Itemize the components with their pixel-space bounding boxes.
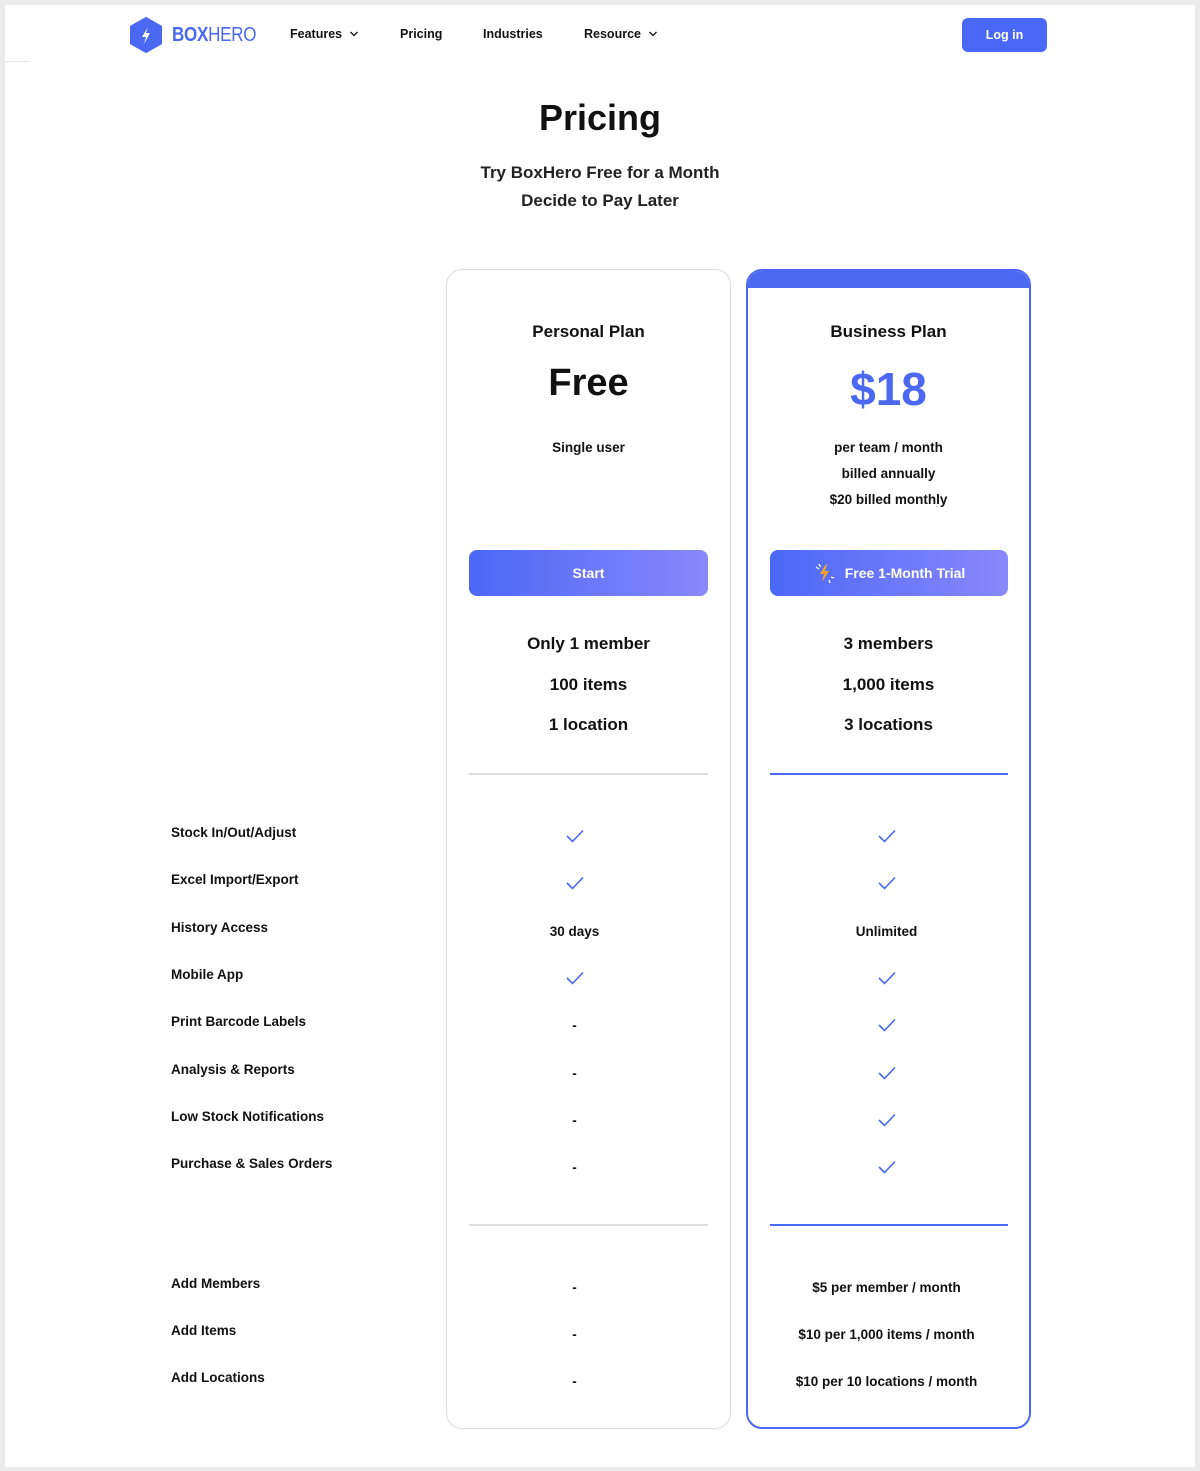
check-icon	[433, 873, 716, 893]
not-included-dash: -	[572, 1017, 577, 1033]
nav-resource-label: Resource	[584, 27, 641, 41]
plan-name: Personal Plan	[532, 322, 645, 341]
plan-limit: 1,000 items	[842, 675, 935, 694]
check-icon	[748, 1063, 1027, 1083]
addon-price: $10 per 10 locations / month	[795, 1373, 978, 1389]
section-divider	[770, 773, 1008, 775]
feature-label: Mobile App	[171, 967, 244, 982]
lightning-icon	[815, 563, 834, 584]
check-icon	[565, 829, 584, 843]
check-icon	[433, 968, 716, 988]
plan-limit: 3 locations	[844, 715, 933, 734]
nav-features-label: Features	[290, 27, 343, 41]
start-button[interactable]: Start	[469, 550, 708, 596]
brand-name-bold: BOX	[172, 23, 209, 46]
free-trial-button-label: Free 1-Month Trial	[844, 565, 966, 581]
start-button-label: Start	[572, 565, 605, 581]
not-included-dash: -	[572, 1326, 577, 1342]
check-icon	[748, 873, 1027, 893]
check-icon	[877, 1113, 896, 1127]
check-icon	[877, 876, 896, 890]
plan-card-business: Business Plan $18 per team / month bille…	[746, 269, 1031, 1429]
addon-label: Add Items	[171, 1323, 237, 1338]
brand-name: BOXHERO	[172, 24, 256, 47]
feature-value: Unlimited	[855, 923, 918, 939]
feature-label: Purchase & Sales Orders	[171, 1156, 333, 1171]
pricing-page: BOXHERO Features Pricing Industries Reso…	[5, 5, 1195, 1467]
price-note: Single user	[552, 440, 625, 455]
nav-industries[interactable]: Industries	[483, 27, 543, 41]
chevron-down-icon	[350, 31, 359, 37]
page-title: Pricing	[538, 97, 662, 138]
feature-label: History Access	[171, 920, 269, 935]
feature-label: Excel Import/Export	[171, 872, 299, 887]
not-included-dash: -	[572, 1159, 577, 1175]
check-icon	[877, 971, 896, 985]
hexagon-lightning-icon	[130, 17, 162, 53]
check-icon	[877, 1066, 896, 1080]
feature-label: Stock In/Out/Adjust	[171, 825, 297, 840]
price-note: $20 billed monthly	[829, 492, 948, 507]
section-divider	[469, 1224, 708, 1226]
nav-features[interactable]: Features	[290, 27, 359, 41]
feature-value: 30 days	[549, 923, 600, 939]
nav-pricing-label: Pricing	[400, 27, 443, 41]
chevron-down-icon	[649, 31, 657, 37]
feature-label: Print Barcode Labels	[171, 1014, 307, 1029]
login-button[interactable]: Log in	[962, 18, 1047, 52]
section-divider	[469, 773, 708, 775]
check-icon	[748, 1157, 1027, 1177]
check-icon	[877, 1018, 896, 1032]
check-icon	[877, 829, 896, 843]
plan-limit: Only 1 member	[527, 634, 650, 653]
addon-price: $5 per member / month	[812, 1279, 961, 1295]
plan-name: Business Plan	[830, 322, 947, 341]
boxhero-logo[interactable]: BOXHERO	[129, 17, 271, 53]
plan-limit: 100 items	[549, 675, 628, 694]
plan-card-personal: Personal Plan Free Single user Start Onl…	[446, 269, 731, 1429]
page-subtitle-line2: Decide to Pay Later	[521, 191, 679, 210]
nav-resource[interactable]: Resource	[584, 27, 658, 41]
check-icon	[748, 968, 1027, 988]
brand-name-light: HERO	[208, 23, 257, 46]
not-included-dash: -	[572, 1373, 577, 1389]
price-note: per team / month	[834, 440, 943, 455]
not-included-dash: -	[572, 1065, 577, 1081]
check-icon	[748, 1015, 1027, 1035]
check-icon	[877, 1160, 896, 1174]
plan-limit: 3 members	[843, 634, 934, 653]
check-icon	[565, 876, 584, 890]
plan-limit: 1 location	[548, 715, 629, 734]
plan-price: Free	[548, 362, 629, 404]
feature-label: Low Stock Notifications	[171, 1109, 325, 1124]
check-icon	[433, 826, 716, 846]
free-trial-button[interactable]: Free 1-Month Trial	[770, 550, 1008, 596]
check-icon	[565, 971, 584, 985]
addon-label: Add Members	[171, 1276, 261, 1291]
nav-industries-label: Industries	[483, 27, 543, 41]
check-icon	[748, 1110, 1027, 1130]
nav-divider	[5, 61, 30, 62]
feature-label: Analysis & Reports	[171, 1062, 295, 1077]
price-note: billed annually	[841, 466, 936, 481]
page-subtitle-line1: Try BoxHero Free for a Month	[480, 163, 720, 182]
not-included-dash: -	[572, 1112, 577, 1128]
addon-price: $10 per 1,000 items / month	[798, 1326, 975, 1342]
not-included-dash: -	[572, 1279, 577, 1295]
featured-plan-bar	[748, 271, 1029, 288]
check-icon	[748, 826, 1027, 846]
plan-price: $18	[850, 363, 927, 415]
section-divider	[770, 1224, 1008, 1226]
addon-label: Add Locations	[171, 1370, 265, 1385]
top-navigation: BOXHERO Features Pricing Industries Reso…	[5, 5, 1195, 65]
nav-pricing[interactable]: Pricing	[400, 27, 442, 41]
